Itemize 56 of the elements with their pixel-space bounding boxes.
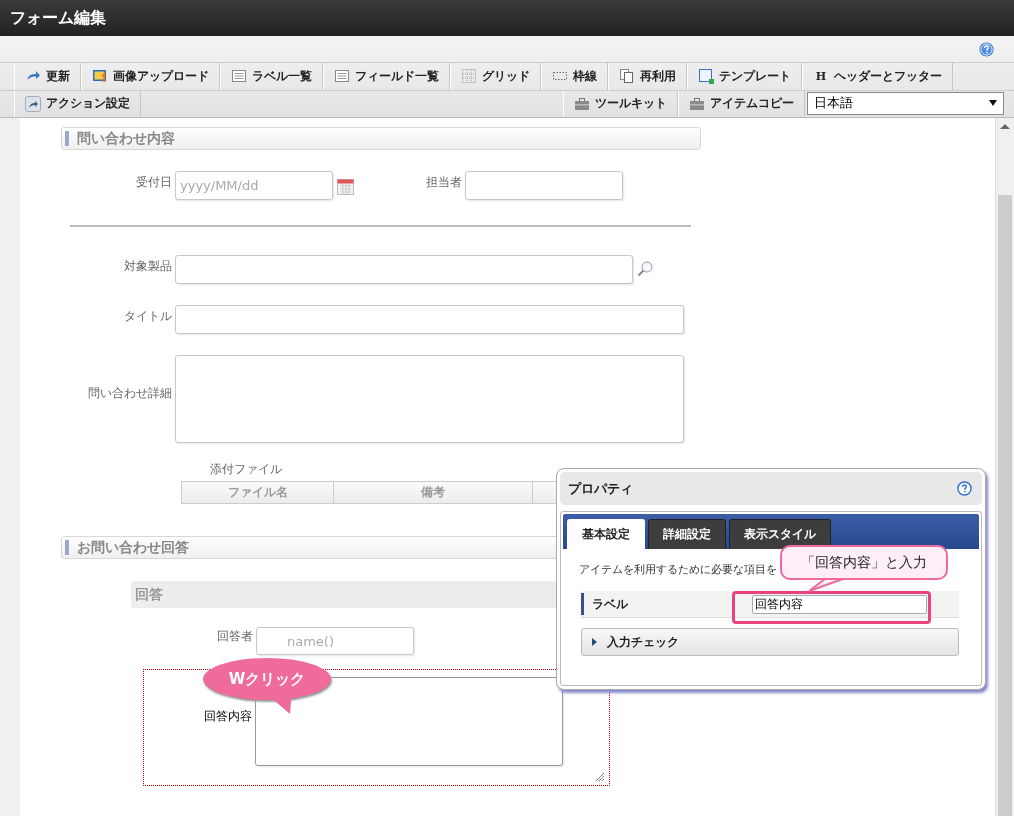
toolbar-button[interactable]: フィールド一覧 <box>323 63 450 90</box>
accordion-header[interactable]: 入力チェック <box>581 628 959 656</box>
column-header: 備考 <box>334 482 533 503</box>
label-field[interactable]: 回答内容 <box>752 594 927 614</box>
field-label: 問い合わせ詳細 <box>88 385 172 402</box>
toolbar-button[interactable]: アイテムコピー <box>678 90 805 117</box>
toolbar-button[interactable]: H ヘッダーとフッター <box>802 63 953 90</box>
field-label: 添付ファイル <box>210 461 282 478</box>
briefcase-icon <box>689 95 705 112</box>
template-icon <box>698 68 714 85</box>
toolbar-button[interactable]: グリッド <box>450 63 541 90</box>
field-label: 担当者 <box>426 174 462 191</box>
scrollbar[interactable] <box>995 118 1014 816</box>
property-label: ラベル <box>581 593 742 615</box>
grid-icon <box>461 68 477 85</box>
title-field[interactable] <box>175 305 684 334</box>
dropdown-arrow-icon <box>989 100 997 107</box>
answerer-field[interactable]: name() <box>256 627 414 655</box>
help-icon[interactable] <box>979 41 994 57</box>
toolbar-button[interactable]: 枠線 <box>541 63 608 90</box>
section-header: 問い合わせ内容 <box>61 127 701 150</box>
product-field[interactable] <box>175 255 633 284</box>
description-text: アイテムを利用するために必要な項目を <box>579 562 777 577</box>
dialog-title: プロパティ <box>568 479 633 498</box>
language-select[interactable]: 日本語 <box>807 91 1004 115</box>
tab[interactable]: 表示スタイル <box>729 519 831 549</box>
calendar-icon[interactable] <box>337 177 354 195</box>
field-label: 対象製品 <box>124 258 172 275</box>
field-label: 回答者 <box>217 628 253 645</box>
assignee-field[interactable] <box>465 171 623 200</box>
search-icon[interactable] <box>637 260 654 277</box>
field-label: 受付日 <box>136 174 172 191</box>
share-icon <box>25 95 41 112</box>
date-field[interactable]: yyyy/MM/dd <box>175 171 333 200</box>
tab[interactable]: 詳細設定 <box>648 519 726 549</box>
toolbar-button[interactable]: テンプレート <box>687 63 802 90</box>
toolbar-button[interactable]: 再利用 <box>608 63 687 90</box>
column-header: ファイル名 <box>182 482 334 503</box>
toolbar-button[interactable]: 画像アップロード <box>81 63 220 90</box>
toolbar-button[interactable]: ツールキット <box>563 90 678 117</box>
image-upload-icon <box>92 68 108 85</box>
list-icon <box>334 68 350 85</box>
header-glyph: H <box>814 70 828 83</box>
toolbar-button[interactable]: ラベル一覧 <box>220 63 323 90</box>
pages-icon <box>619 68 635 85</box>
toolbar-button[interactable]: 更新 <box>14 63 81 90</box>
toolbar-button[interactable]: アクション設定 <box>14 90 141 117</box>
window-title: フォーム編集 <box>0 0 1014 36</box>
field-label: 回答内容 <box>204 708 252 725</box>
help-icon[interactable] <box>957 481 972 496</box>
detail-field[interactable] <box>175 355 684 443</box>
resize-grip-icon[interactable] <box>596 773 604 781</box>
list-icon <box>231 68 247 85</box>
tab[interactable]: 基本設定 <box>567 519 645 549</box>
field-label: タイトル <box>124 308 172 325</box>
briefcase-icon <box>574 95 590 112</box>
